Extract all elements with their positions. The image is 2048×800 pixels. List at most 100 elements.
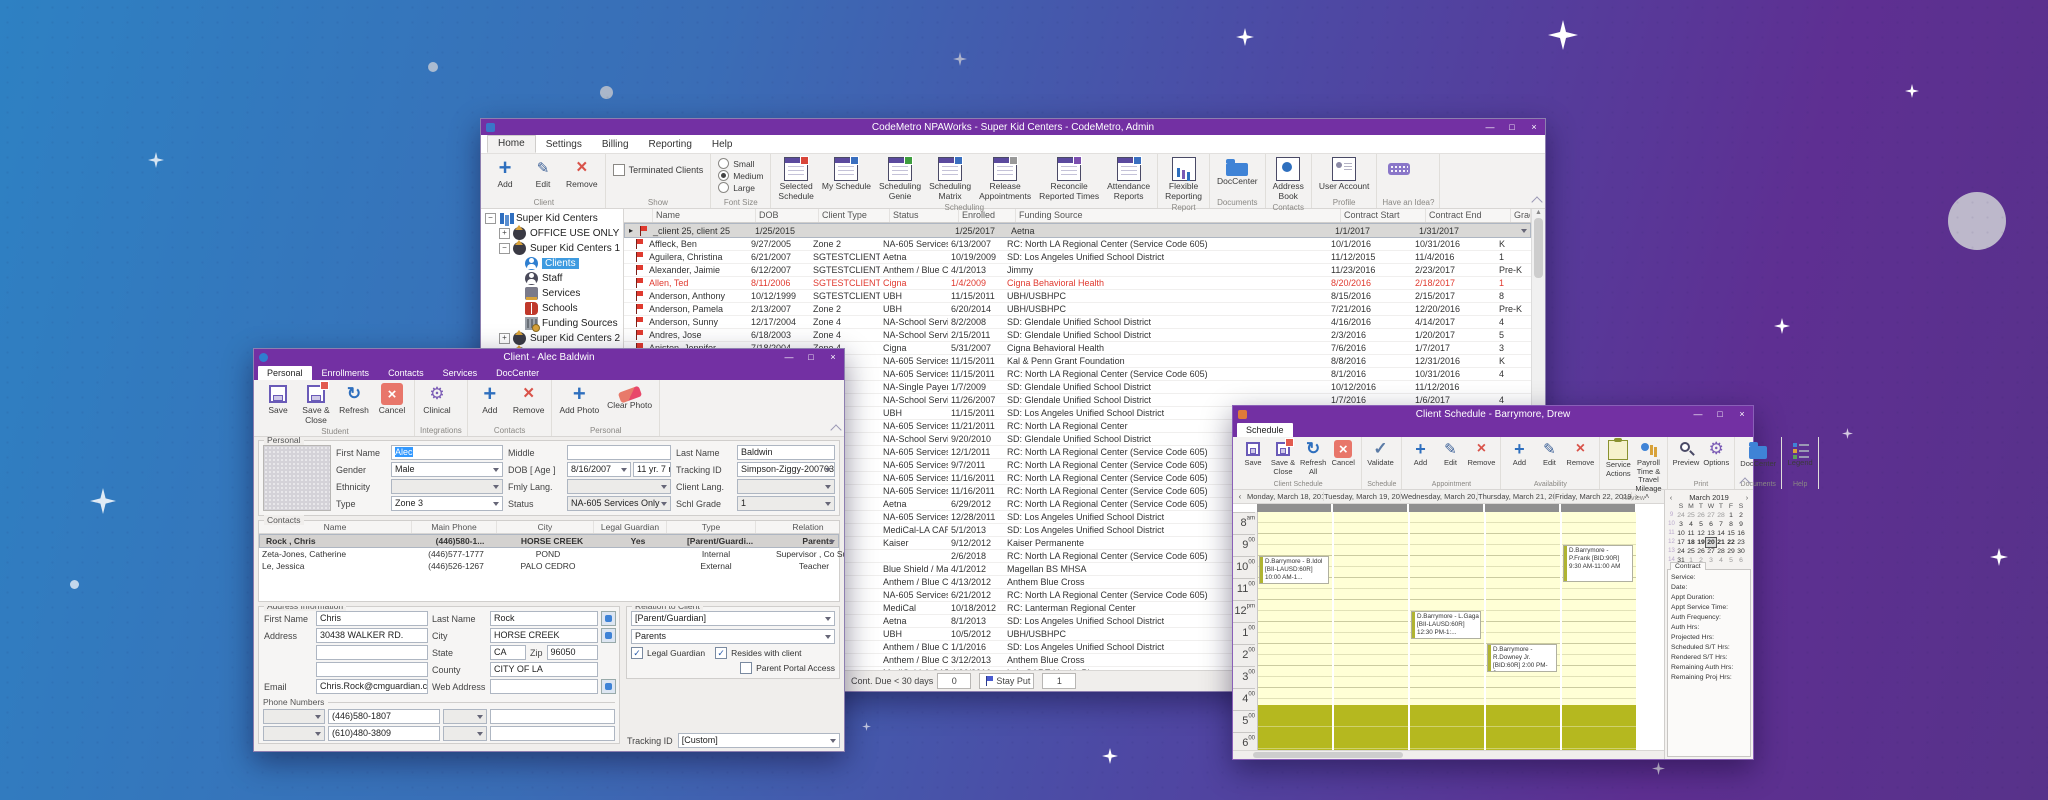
maximize-button[interactable]: □	[1709, 406, 1731, 422]
table-row[interactable]: ▸_client 25, client 251/25/20151/25/2017…	[624, 223, 1531, 238]
ethnicity-select[interactable]	[391, 479, 503, 494]
save-close-button[interactable]: Save & Close	[1268, 439, 1298, 477]
web-address-field[interactable]	[490, 679, 598, 694]
sidebar-item-funding-sources[interactable]: Funding Sources	[481, 316, 623, 331]
tree-expand-icon[interactable]: −	[485, 213, 496, 224]
calendar-day[interactable]: 6	[1736, 556, 1746, 565]
calendar-day[interactable]: 16	[1736, 529, 1746, 538]
column-header-contract-start[interactable]: Contract Start	[1341, 209, 1426, 222]
font-size-radio-small[interactable]: Small	[718, 158, 763, 169]
day-header-tuesday[interactable]: Tuesday, March 19, 2019	[1324, 492, 1401, 501]
phone3-type-select[interactable]	[443, 709, 487, 724]
cancel-button[interactable]: ×Cancel	[373, 382, 411, 417]
sidebar-item-super-kid-centers[interactable]: −Super Kid Centers	[481, 211, 623, 226]
middle-field[interactable]	[567, 445, 671, 460]
flexible-reporting-button[interactable]: Flexible Reporting	[1161, 156, 1206, 203]
day-column-thursday[interactable]: D.Barrymore - R.Downey Jr. [BID:60R] 2:0…	[1486, 512, 1560, 750]
day-header-monday[interactable]: Monday, March 18, 2019	[1247, 492, 1324, 501]
calendar-day[interactable]: 17	[1676, 538, 1686, 547]
contact-last-name-field[interactable]: Rock	[490, 611, 598, 626]
resides-with-client-checkbox[interactable]: ✓Resides with client	[715, 647, 801, 659]
legend-button[interactable]: Legend	[1785, 439, 1815, 469]
clear-photo-button[interactable]: Clear Photo	[603, 382, 656, 412]
calendar-day[interactable]: 3	[1706, 556, 1716, 565]
contacts-column-type[interactable]: Type	[667, 521, 756, 533]
calendar-day[interactable]: 24	[1676, 511, 1686, 520]
browser-icon[interactable]	[601, 679, 616, 694]
phone3-field[interactable]	[490, 709, 615, 724]
city-field[interactable]: HORSE CREEK	[490, 628, 598, 643]
calendar-day[interactable]: 19	[1696, 538, 1706, 547]
scroll-up-icon[interactable]: ▲	[1535, 209, 1542, 216]
table-row[interactable]: Alexander, Jaimie6/12/2007SGTESTCLIENTAn…	[624, 264, 1531, 277]
address-book-button[interactable]: Address Book	[1269, 156, 1308, 203]
last-name-field[interactable]: Baldwin	[737, 445, 835, 460]
calendar-day[interactable]: 8	[1726, 520, 1736, 529]
save-button[interactable]: Save	[1238, 439, 1268, 469]
contacts-column-city[interactable]: City	[497, 521, 594, 533]
tab-personal[interactable]: Personal	[258, 366, 312, 380]
contact-row[interactable]: Zeta-Jones, Catherine(446)577-1777PONDIn…	[259, 548, 839, 560]
tab-schedule[interactable]: Schedule	[1237, 423, 1293, 437]
client-photo-placeholder[interactable]	[263, 445, 331, 511]
column-header-contract-end[interactable]: Contract End	[1426, 209, 1511, 222]
doccenter-button[interactable]: DocCenter	[1213, 156, 1262, 188]
calendar-day[interactable]: 27	[1706, 547, 1716, 556]
contact-row[interactable]: Le, Jessica(446)526-1267PALO CEDROExtern…	[259, 560, 839, 572]
clinical-button[interactable]: ⚙Clinical	[418, 382, 456, 417]
scheduling-matrix-button[interactable]: Scheduling Matrix	[925, 156, 975, 203]
menu-tab-home[interactable]: Home	[487, 135, 536, 153]
column-header-name[interactable]: Name	[653, 209, 756, 222]
remove-button[interactable]: ×Remove	[509, 382, 549, 417]
payroll-time-travel-mileage-button[interactable]: Payroll Time & Travel Mileage	[1633, 439, 1663, 495]
first-name-field[interactable]: Alec	[391, 445, 503, 460]
add-button[interactable]: +Add	[486, 156, 524, 191]
refresh-button[interactable]: ↻Refresh	[335, 382, 373, 417]
calendar-day[interactable]: 20	[1706, 538, 1716, 547]
table-row[interactable]: Anderson, Sunny12/17/2004Zone 4NA-School…	[624, 316, 1531, 329]
table-row[interactable]: Andres, Jose6/18/2003Zone 4NA-School Ser…	[624, 329, 1531, 342]
options-button[interactable]: ⚙Options	[1701, 439, 1731, 469]
font-size-radio-large[interactable]: Large	[718, 182, 763, 193]
table-row[interactable]: Affleck, Ben9/27/2005Zone 2NA-605 Servic…	[624, 238, 1531, 251]
refresh-all-button[interactable]: ↻Refresh All	[1298, 439, 1328, 477]
address-line3-field[interactable]	[316, 662, 428, 677]
menu-tab-help[interactable]: Help	[702, 137, 743, 153]
sidebar-item-super-kid-centers-1[interactable]: −Super Kid Centers 1	[481, 241, 623, 256]
phone2-type-select[interactable]	[263, 726, 325, 741]
table-row[interactable]: Allen, Ted8/11/2006SGTESTCLIENTCigna1/4/…	[624, 277, 1531, 290]
calendar-prev-icon[interactable]: ‹	[1667, 493, 1675, 502]
tab-doccenter[interactable]: DocCenter	[487, 366, 548, 380]
my-schedule-button[interactable]: My Schedule	[818, 156, 875, 193]
calendar-day[interactable]: 9	[1736, 520, 1746, 529]
table-row[interactable]: Anderson, Pamela2/13/2007Zone 2UBH6/20/2…	[624, 303, 1531, 316]
cancel-button[interactable]: ×Cancel	[1328, 439, 1358, 469]
calendar-day[interactable]: 6	[1706, 520, 1716, 529]
appointment[interactable]: D.Barrymore - R.Downey Jr. [BID:60R] 2:0…	[1487, 644, 1557, 672]
selected-schedule-button[interactable]: Selected Schedule	[774, 156, 817, 203]
calendar-day[interactable]: 22	[1726, 538, 1736, 547]
reconcile-reported-times-button[interactable]: Reconcile Reported Times	[1035, 156, 1103, 203]
day-column-monday[interactable]: D.Barrymore - B.Idol [BII-LAUSD:60R] 10:…	[1258, 512, 1332, 750]
remove-button[interactable]: ×Remove	[1465, 439, 1497, 469]
relation-type-select[interactable]: [Parent/Guardian]	[631, 611, 835, 626]
user-account-button[interactable]: User Account	[1315, 156, 1374, 193]
allday-cell[interactable]	[1561, 504, 1635, 512]
type-select[interactable]: Zone 3	[391, 496, 503, 511]
ribbon-collapse-icon[interactable]	[830, 424, 841, 435]
scheduling-genie-button[interactable]: Scheduling Genie	[875, 156, 925, 203]
gender-select[interactable]: Male	[391, 462, 503, 477]
phone2-field[interactable]: (610)480-3809	[328, 726, 440, 741]
minimize-button[interactable]: —	[1687, 406, 1709, 422]
table-row[interactable]: Anderson, Anthony10/12/1999SGTESTCLIENTU…	[624, 290, 1531, 303]
release-appointments-button[interactable]: Release Appointments	[975, 156, 1035, 203]
sidebar-item-services[interactable]: Services	[481, 286, 623, 301]
allday-cell[interactable]	[1409, 504, 1483, 512]
edit-button[interactable]: ✎Edit	[1534, 439, 1564, 469]
menu-tab-reporting[interactable]: Reporting	[639, 137, 702, 153]
column-header-item[interactable]	[624, 209, 653, 222]
calendar-day[interactable]: 11	[1686, 529, 1696, 538]
calendar-day[interactable]: 24	[1676, 547, 1686, 556]
calendar-day[interactable]: 12	[1696, 529, 1706, 538]
status-select[interactable]: NA-605 Services Only	[567, 496, 671, 511]
